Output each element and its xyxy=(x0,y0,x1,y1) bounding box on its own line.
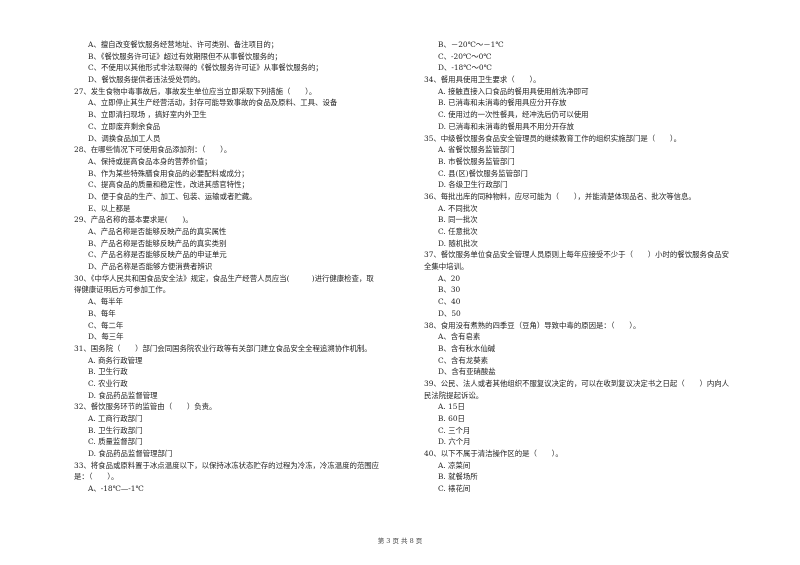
answer-option: B、－20℃～－1℃ xyxy=(438,40,504,49)
answer-option: A、-18℃—-1℃ xyxy=(88,484,144,494)
answer-option: A、20 xyxy=(438,273,461,283)
answer-option: B. 60日 xyxy=(438,414,465,423)
answer-option: B、立即清扫现场 ，搞好室内外卫生 xyxy=(88,110,207,120)
answer-option: C. 使用过的一次性餐具，经冲洗后仍可以使用 xyxy=(438,110,589,120)
answer-option: D. 食品药品监督管理 xyxy=(88,390,158,400)
answer-option: C、提高食品的质量和稳定性，改进其感官特性； xyxy=(88,180,249,190)
answer-option: A、每半年 xyxy=(88,297,123,307)
answer-option: C. 农业行政 xyxy=(88,378,128,388)
answer-option: D、50 xyxy=(438,308,461,318)
answer-option: B、每年 xyxy=(88,308,116,318)
answer-option: B、含有秋水仙碱 xyxy=(438,343,496,353)
question-text: 35、中级餐饮服务食品安全管理员的继续教育工作的组织实施部门是（ ）。 xyxy=(424,133,681,143)
answer-option: D、调换食品加工人员 xyxy=(88,133,161,143)
answer-option: C. 裱花间 xyxy=(438,484,471,494)
question-text: 33、将食品或原料置于冰点温度以下，以保持冰冻状态贮存的过程为冷冻，冷冻温度的范… xyxy=(74,460,380,470)
page-footer: 第 3 页 共 8 页 xyxy=(0,535,800,545)
answer-option: C. 任意批次 xyxy=(438,227,478,236)
answer-option: B. 卫生行政部门 xyxy=(88,425,143,435)
answer-option: D、产品名称是否能够方便消费者辨识 xyxy=(88,262,213,272)
answer-option: C、产品名称是否能够反映产品的申证单元 xyxy=(88,250,227,260)
question-continuation: 全集中培训。 xyxy=(424,262,469,272)
question-text: 27、发生食物中毒事故后，事故发生单位应当立即采取下列措施（ ）。 xyxy=(74,86,317,96)
answer-option: B. 就餐场所 xyxy=(438,472,478,482)
question-continuation: 民法院提起诉讼。 xyxy=(424,390,484,400)
answer-option: D、每三年 xyxy=(88,332,124,342)
answer-option: B. 市餐饮服务监管部门 xyxy=(438,156,515,166)
answer-option: B、作为某些特殊膳食用食品的必要配料或成分； xyxy=(88,168,249,178)
answer-option: A. 15日 xyxy=(438,402,465,412)
question-text: 28、在哪些情况下可使用食品添加剂：（ ）。 xyxy=(74,145,232,155)
answer-option: B. 已消毒和未消毒的餐用具应分开存放 xyxy=(438,98,567,108)
left-column: A、擅自改变餐饮服务经营地址、许可类别、备注项目的； B、《餐饮服务许可证》超过有… xyxy=(74,39,414,495)
answer-option: A. 商务行政管理 xyxy=(88,355,143,365)
answer-option: C、每二年 xyxy=(88,320,124,330)
answer-option: C、-20℃～0℃ xyxy=(438,51,492,61)
answer-option: C、40 xyxy=(438,297,461,307)
answer-option: C. 县(区)餐饮服务监管部门 xyxy=(438,168,528,178)
answer-option: A. 省餐饮服务监管部门 xyxy=(438,145,515,155)
answer-option: D. 食品药品监督管理部门 xyxy=(88,449,173,459)
answer-option: B、产品名称是否能够反映产品的真实类别 xyxy=(88,238,227,248)
question-text: 32、餐饮服务环节的监管由（ ）负责。 xyxy=(74,402,217,412)
question-text: 36、每批出库的同种物料，应尽可能为（ ），并能清楚体现品名、批次等信息。 xyxy=(424,191,696,201)
answer-option: D、餐饮服务提供者违法受处罚的。 xyxy=(88,75,205,85)
answer-option: C、立即废弃剩余食品 xyxy=(88,121,161,131)
answer-option: D. 随机批次 xyxy=(438,238,478,248)
answer-option: A、含有皂素 xyxy=(438,332,481,342)
answer-option: A. 工商行政部门 xyxy=(88,414,143,423)
answer-option: A、立即停止其生产经营活动，封存可能导致事故的食品及原料、工具、设备 xyxy=(88,98,338,108)
question-continuation: 是：（ ）。 xyxy=(74,472,119,482)
question-text: 39、公民、法人或者其他组织不服复议决定的，可以在收到复议决定书之日起（ ）内向… xyxy=(424,378,730,388)
answer-option: E、以上都是 xyxy=(88,203,131,213)
right-column: B、－20℃～－1℃ C、-20℃～0℃ D、-18℃～0℃ 34、餐用具使用卫生要求… xyxy=(424,39,774,495)
question-text: 34、餐用具使用卫生要求（ ）。 xyxy=(424,75,541,85)
question-text: 31、国务院（ ）部门会同国务院农业行政等有关部门建立食品安全全程追溯协作机制。 xyxy=(74,343,372,353)
answer-option: B. 同一批次 xyxy=(438,215,478,225)
question-text: 30、《中华人民共和国食品安全法》规定，食品生产经营人员应当( )进行健康检查，… xyxy=(74,273,374,283)
answer-option: C、含有龙葵素 xyxy=(438,355,488,365)
question-text: 37、餐饮服务单位食品安全管理人员原则上每年应接受不少于（ ）小时的餐饮服务食品… xyxy=(424,250,730,260)
answer-option: D、-18℃～0℃ xyxy=(438,63,492,73)
page-number: 第 3 页 共 8 页 xyxy=(377,537,423,545)
answer-option: D. 已消毒和未消毒的餐用具不用分开存放 xyxy=(438,121,575,131)
question-continuation: 得健康证明后方可参加工作。 xyxy=(74,285,171,295)
answer-option: A. 不同批次 xyxy=(438,203,478,213)
question-text: 38、食用没有煮熟的四季豆（豆角）导致中毒的原因是：（ ）。 xyxy=(424,320,641,330)
answer-option: A. 凉菜间 xyxy=(438,460,471,470)
answer-option: B. 卫生行政 xyxy=(88,367,128,377)
answer-option: D. 各级卫生行政部门 xyxy=(438,180,508,190)
answer-option: A、保持或提高食品本身的营养价值； xyxy=(88,156,212,166)
answer-option: C、不使用以其他形式非法取得的《餐饮服务许可证》从事餐饮服务的； xyxy=(88,63,323,73)
answer-option: C. 质量监督部门 xyxy=(88,437,143,447)
answer-option: D. 六个月 xyxy=(438,437,471,447)
answer-option: B、30 xyxy=(438,285,461,295)
answer-option: A、擅自改变餐饮服务经营地址、许可类别、备注项目的； xyxy=(88,40,279,49)
answer-option: A. 接触直接入口食品的餐用具使用前洗净即可 xyxy=(438,86,589,96)
answer-option: D、便于食品的生产、加工、包装、运输或者贮藏。 xyxy=(88,191,257,201)
question-text: 29、产品名称的基本要求是( )。 xyxy=(74,215,193,225)
answer-option: B、《餐饮服务许可证》超过有效期限但不从事餐饮服务的； xyxy=(88,51,282,61)
answer-option: C. 三个月 xyxy=(438,425,471,435)
answer-option: A、产品名称是否能够反映产品的真实属性 xyxy=(88,227,227,236)
question-text: 40、以下不属于清洁操作区的是（ ）。 xyxy=(424,449,563,459)
answer-option: D、含有亚硝酸盐 xyxy=(438,367,496,377)
